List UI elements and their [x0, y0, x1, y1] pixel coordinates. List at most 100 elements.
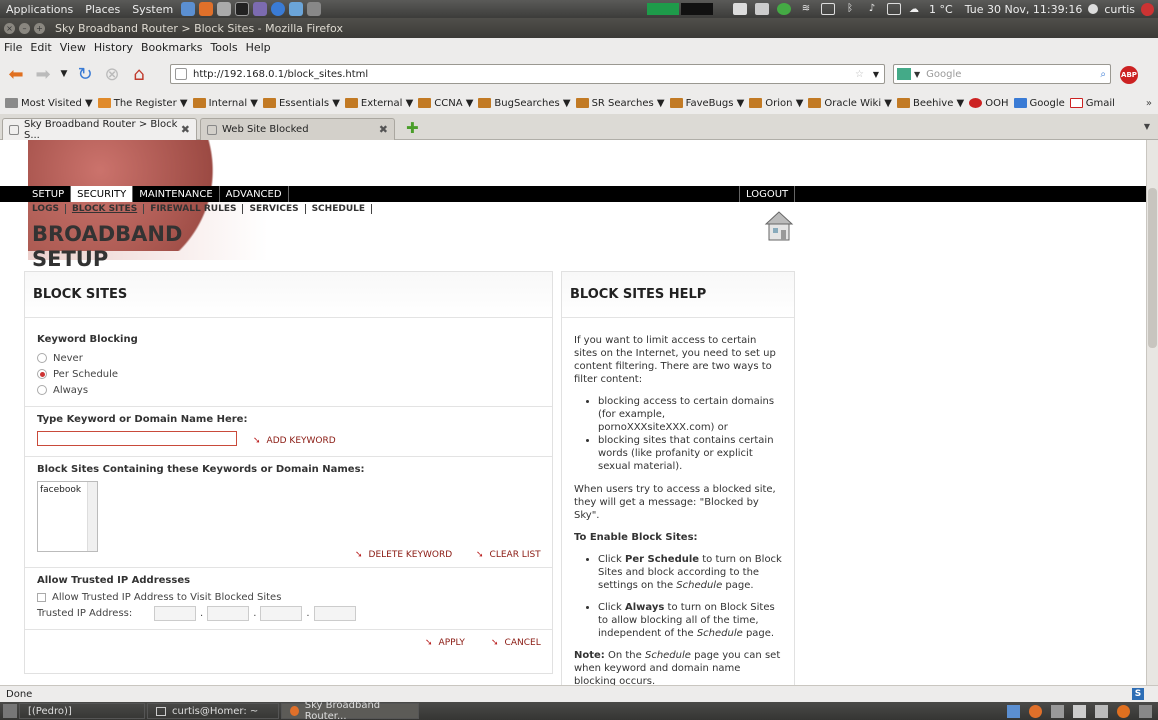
house-icon[interactable]: [764, 210, 794, 242]
task-terminal[interactable]: curtis@Homer: ~: [147, 703, 279, 719]
subtab-block-sites[interactable]: BLOCK SITES: [66, 204, 145, 214]
close-tab-icon[interactable]: ✖: [379, 123, 388, 136]
radio-per-schedule[interactable]: Per Schedule: [37, 366, 552, 382]
forward-arrow-icon[interactable]: ➡: [32, 63, 54, 85]
bookmark-most-visited[interactable]: Most Visited ▼: [5, 98, 93, 109]
applications-menu[interactable]: Applications: [0, 3, 79, 16]
clock[interactable]: Tue 30 Nov, 11:39:16: [959, 3, 1089, 16]
subtab-logs[interactable]: LOGS: [26, 204, 66, 214]
chat-launcher-icon[interactable]: [253, 2, 268, 16]
browser-launcher-icon[interactable]: [181, 2, 196, 16]
clear-list-button[interactable]: ➘ CLEAR LIST: [476, 550, 541, 560]
bookmark-the-register[interactable]: The Register ▼: [97, 98, 188, 109]
delete-keyword-button[interactable]: ➘ DELETE KEYWORD: [355, 550, 452, 560]
ip-octet-3[interactable]: [260, 606, 303, 621]
router-tab-security[interactable]: SECURITY: [71, 186, 134, 202]
router-tab-maintenance[interactable]: MAINTENANCE: [133, 186, 220, 202]
bookmark-internal[interactable]: Internal ▼: [192, 98, 258, 109]
router-tab-advanced[interactable]: ADVANCED: [220, 186, 289, 202]
menu-file[interactable]: File: [0, 41, 26, 54]
page-scrollbar[interactable]: [1146, 140, 1158, 685]
tab-web-site-blocked[interactable]: Web Site Blocked ✖: [200, 118, 395, 140]
places-menu[interactable]: Places: [79, 3, 126, 16]
back-arrow-icon[interactable]: ⬅: [5, 63, 27, 85]
listbox-scrollbar[interactable]: [87, 482, 97, 551]
bookmark-star-icon[interactable]: ☆: [855, 69, 864, 80]
menu-help[interactable]: Help: [242, 41, 275, 54]
search-bar[interactable]: ▼ Google ⌕: [893, 64, 1111, 84]
search-engine-dropdown-icon[interactable]: ▼: [914, 70, 920, 79]
menu-bookmarks[interactable]: Bookmarks: [137, 41, 206, 54]
screen-launcher-icon[interactable]: [307, 2, 322, 16]
reload-icon[interactable]: ↻: [74, 63, 96, 85]
search-placeholder[interactable]: Google: [926, 69, 961, 80]
menu-tools[interactable]: Tools: [206, 41, 241, 54]
add-keyword-button[interactable]: ➘ ADD KEYWORD: [253, 436, 336, 446]
tray-app-icon[interactable]: [1051, 704, 1064, 718]
site-identity-icon[interactable]: [175, 68, 187, 80]
menu-edit[interactable]: Edit: [26, 41, 55, 54]
bookmark-google[interactable]: Google: [1013, 98, 1065, 109]
home-icon[interactable]: ⌂: [128, 63, 150, 85]
task-firefox[interactable]: Sky Broadband Router...: [281, 700, 419, 720]
show-desktop-icon[interactable]: [3, 704, 17, 718]
bookmark-external[interactable]: External ▼: [344, 98, 413, 109]
url-text[interactable]: http://192.168.0.1/block_sites.html: [193, 69, 368, 80]
bookmark-sr-searches[interactable]: SR Searches ▼: [575, 98, 665, 109]
apply-button[interactable]: ➘ APPLY: [425, 638, 465, 648]
ip-octet-4[interactable]: [313, 606, 356, 621]
keyword-input[interactable]: [37, 431, 237, 446]
radio-never-icon[interactable]: [37, 353, 47, 363]
system-menu[interactable]: System: [126, 3, 179, 16]
url-bar[interactable]: http://192.168.0.1/block_sites.html ☆ ▼: [170, 64, 885, 84]
volume-icon[interactable]: ♪: [865, 3, 879, 15]
bookmark-oracle-wiki[interactable]: Oracle Wiki ▼: [808, 98, 892, 109]
mail-icon[interactable]: [887, 3, 901, 15]
task-pedro[interactable]: [(Pedro)]: [19, 703, 145, 719]
app-launcher-icon[interactable]: [217, 2, 232, 16]
history-dropdown-icon[interactable]: ▼: [59, 63, 69, 85]
ip-octet-1[interactable]: [154, 606, 196, 621]
bookmark-favebugs[interactable]: FaveBugs ▼: [669, 98, 744, 109]
weather-temp[interactable]: 1 °C: [923, 3, 959, 16]
page-scrollbar-thumb[interactable]: [1148, 188, 1157, 348]
radio-never[interactable]: Never: [37, 350, 552, 366]
bookmark-gmail[interactable]: Gmail: [1069, 98, 1115, 109]
trusted-ip-checkbox-row[interactable]: Allow Trusted IP Address to Visit Blocke…: [37, 592, 552, 603]
bookmark-orion[interactable]: Orion ▼: [749, 98, 803, 109]
close-window-icon[interactable]: ×: [4, 22, 15, 34]
tab-list-icon[interactable]: ▼: [1144, 122, 1150, 131]
tray-app-icon[interactable]: [1073, 704, 1086, 718]
bookmark-beehive[interactable]: Beehive ▼: [897, 98, 964, 109]
bookmark-ooh[interactable]: OOH: [969, 98, 1009, 109]
status-icon[interactable]: [777, 3, 791, 15]
display-icon[interactable]: [821, 3, 835, 15]
search-engine-icon[interactable]: [897, 68, 911, 80]
router-tab-setup[interactable]: SETUP: [26, 186, 72, 202]
new-tab-icon[interactable]: ✚: [406, 119, 419, 137]
adblock-icon[interactable]: ABP: [1120, 66, 1138, 84]
menu-view[interactable]: View: [56, 41, 90, 54]
minimize-window-icon[interactable]: –: [19, 22, 30, 34]
tray-firefox-icon[interactable]: [1029, 704, 1042, 718]
help-launcher-icon[interactable]: [271, 2, 286, 16]
power-icon[interactable]: [1141, 2, 1154, 16]
stop-icon[interactable]: ⊗: [101, 63, 123, 85]
firefox-launcher-icon[interactable]: [199, 2, 214, 16]
bird-launcher-icon[interactable]: [289, 2, 304, 16]
wifi-icon[interactable]: ≋: [799, 3, 813, 15]
bookmark-ccna[interactable]: CCNA ▼: [418, 98, 473, 109]
radio-always[interactable]: Always: [37, 382, 552, 398]
subtab-firewall-rules[interactable]: FIREWALL RULES: [144, 204, 244, 214]
bookmarks-overflow-icon[interactable]: »: [1146, 98, 1152, 109]
skype-icon[interactable]: S: [1132, 688, 1144, 700]
trash-icon[interactable]: [1139, 704, 1152, 718]
user-name[interactable]: curtis: [1098, 3, 1141, 16]
radio-per-schedule-icon[interactable]: [37, 369, 47, 379]
radio-always-icon[interactable]: [37, 385, 47, 395]
logout-button[interactable]: LOGOUT: [739, 186, 796, 202]
window-list-icon[interactable]: [733, 3, 747, 15]
tray-app-icon[interactable]: [1007, 704, 1020, 718]
url-dropdown-icon[interactable]: ▼: [873, 70, 879, 79]
subtab-schedule[interactable]: SCHEDULE: [306, 204, 373, 214]
